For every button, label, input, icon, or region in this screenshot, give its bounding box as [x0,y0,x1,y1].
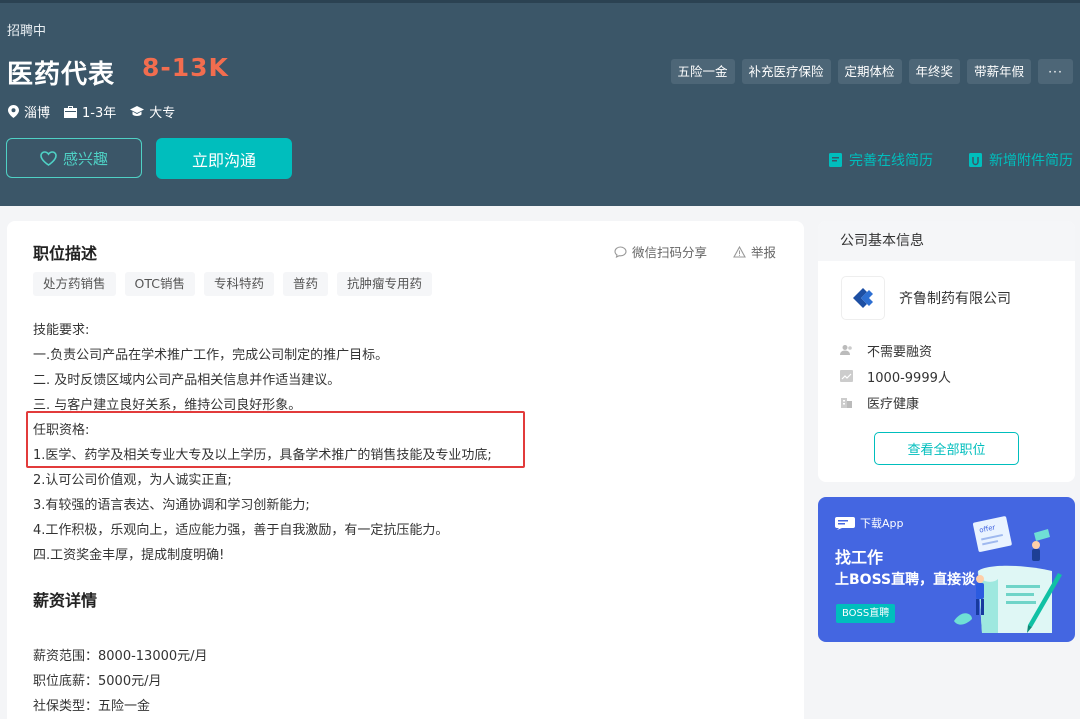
job-offer-illustration-icon: offer [954,516,1062,633]
benefit-tags: 五险一金 补充医疗保险 定期体检 年终奖 带薪年假 ··· [670,59,1073,84]
skill-tag: 抗肿瘤专用药 [337,272,433,296]
add-attachment-label: 新增附件简历 [989,153,1073,169]
job-detail-card: 职位描述 微信扫码分享 举报 处方药销售 OTC销售 专科特药 普药 抗肿瘤专用… [7,221,804,719]
attachment-icon [969,153,982,167]
salary-base: 职位底薪：5000元/月 [33,674,162,689]
size-text: 1000-9999人 [867,370,951,386]
salary-details: 薪资范围：8000-13000元/月 职位底薪：5000元/月 社保类型：五险一… [33,644,208,719]
view-all-jobs-button[interactable]: 查看全部职位 [874,432,1019,465]
company-info-card: 公司基本信息 齐鲁制药有限公司 不需要融资 1000-9999人 医疗健康 查看… [818,221,1075,482]
skill-tag: 专科特药 [204,272,275,296]
warning-icon [733,245,746,258]
chat-bubble-icon [614,245,627,258]
benefit-tag: 定期体检 [837,59,902,84]
benefit-tag: 补充医疗保险 [741,59,831,84]
description-line: 二. 及时反馈区域内公司产品相关信息并作适当建议。 [33,373,341,388]
chart-icon [840,370,853,382]
benefit-tag: 年终奖 [908,59,961,84]
description-line: 一.负责公司产品在学术推广工作，完成公司制定的推广目标。 [33,348,389,363]
benefits-more-button[interactable]: ··· [1038,59,1073,84]
boss-badge: BOSS直聘 [836,604,896,623]
location-pin-icon [8,105,19,118]
company-logo-mark-icon [853,288,873,308]
job-title: 医药代表 [7,60,116,90]
wechat-share-link[interactable]: 微信扫码分享 [614,242,707,261]
report-link[interactable]: 举报 [733,242,776,261]
benefit-tag: 五险一金 [670,59,735,84]
salary-range: 薪资范围：8000-13000元/月 [33,649,208,664]
size-row: 1000-9999人 [840,363,951,389]
company-info-title: 公司基本信息 [818,221,1075,261]
description-line: 4.工作积极，乐观向上，适应能力强，善于自我激励，有一定抗压能力。 [33,523,449,538]
resume-icon [829,153,842,167]
salary-details-title: 薪资详情 [33,591,98,610]
job-meta: 淄博 1-3年 大专 [8,102,189,121]
meta-experience: 1-3年 [64,102,116,121]
insurance-type: 社保类型：五险一金 [33,699,151,714]
share-actions: 微信扫码分享 举报 [614,242,776,261]
description-line: 2.认可公司价值观，为人诚实正直; [33,473,232,488]
skill-tag: OTC销售 [124,272,195,296]
interest-button[interactable]: 感兴趣 [6,138,142,178]
company-attributes: 不需要融资 1000-9999人 医疗健康 [840,337,951,415]
experience-text: 1-3年 [82,106,117,121]
resume-links: 完善在线简历 新增附件简历 [829,150,1073,170]
building-icon [841,398,852,408]
company-name[interactable]: 齐鲁制药有限公司 [899,288,1011,308]
heart-icon [40,150,57,166]
app-promo-title: 找工作 [835,548,884,567]
add-attachment-resume-link[interactable]: 新增附件简历 [969,150,1073,170]
improve-resume-link[interactable]: 完善在线简历 [829,150,933,170]
industry-row: 医疗健康 [840,389,951,415]
description-line: 3.有较强的语言表达、沟通协调和学习创新能力; [33,498,310,513]
benefit-tag: 带薪年假 [967,59,1032,84]
report-label: 举报 [750,245,776,260]
header-topline [0,0,1080,3]
skill-tag: 处方药销售 [33,272,116,296]
company-logo[interactable] [842,277,884,319]
skill-tag: 普药 [283,272,329,296]
meta-education: 大专 [130,102,175,121]
download-app-label: 下载App [835,515,904,531]
download-app-text: 下载App [860,517,904,530]
graduation-cap-icon [130,106,145,116]
briefcase-icon [64,105,78,118]
job-description-title: 职位描述 [33,244,98,263]
education-text: 大专 [149,106,176,121]
description-line: 技能要求: [33,323,90,338]
highlight-annotation-box [26,411,525,468]
interest-label: 感兴趣 [62,149,108,168]
app-download-banner[interactable]: 下载App 找工作 上BOSS直聘，直接谈 BOSS直聘 offer [818,497,1075,642]
financing-text: 不需要融资 [867,344,933,360]
financing-row: 不需要融资 [840,337,951,363]
chat-bubble-icon [835,516,855,530]
job-salary: 8-13K [142,53,229,82]
industry-text: 医疗健康 [867,396,920,412]
improve-resume-label: 完善在线简历 [849,153,933,169]
location-text: 淄博 [24,106,51,121]
job-header: 招聘中 医药代表 8-13K 淄博 1-3年 大专 五险一金 补充医疗保险 定期… [0,0,1080,206]
skill-tags: 处方药销售 OTC销售 专科特药 普药 抗肿瘤专用药 [33,272,433,296]
description-line: 四.工资奖金丰厚，提成制度明确! [33,548,225,563]
meta-location: 淄博 [8,102,50,121]
wechat-share-label: 微信扫码分享 [631,245,707,260]
job-status: 招聘中 [7,24,47,39]
chat-now-button[interactable]: 立即沟通 [156,138,292,179]
people-icon [840,345,852,355]
